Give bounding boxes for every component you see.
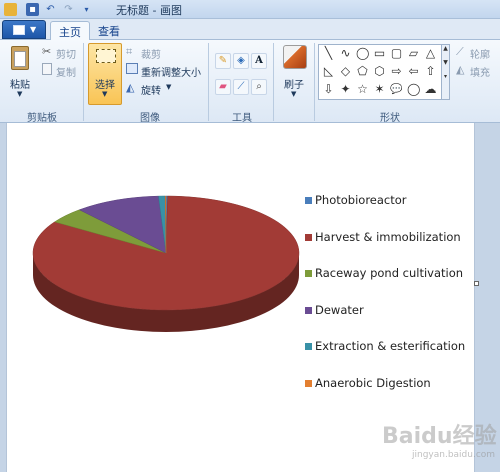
watermark-url: jingyan.baidu.com: [412, 450, 496, 460]
legend-swatch: [305, 233, 312, 241]
watermark-logo: Baidu经验: [382, 424, 497, 449]
legend-swatch: [305, 343, 312, 350]
legend-swatch: [305, 306, 312, 314]
legend-label: Dewater: [315, 302, 364, 317]
legend-swatch: [305, 379, 312, 387]
legend-swatch: [305, 197, 312, 204]
legend-label: Photobioreactor: [315, 193, 407, 207]
legend-label: Extraction & esterification: [315, 339, 466, 353]
legend-label: Raceway pond cultivation: [315, 266, 464, 280]
legend-label: Anaerobic Digestion: [315, 375, 431, 390]
legend-label: Harvest & immobilization: [315, 229, 461, 244]
legend-swatch: [305, 270, 312, 277]
